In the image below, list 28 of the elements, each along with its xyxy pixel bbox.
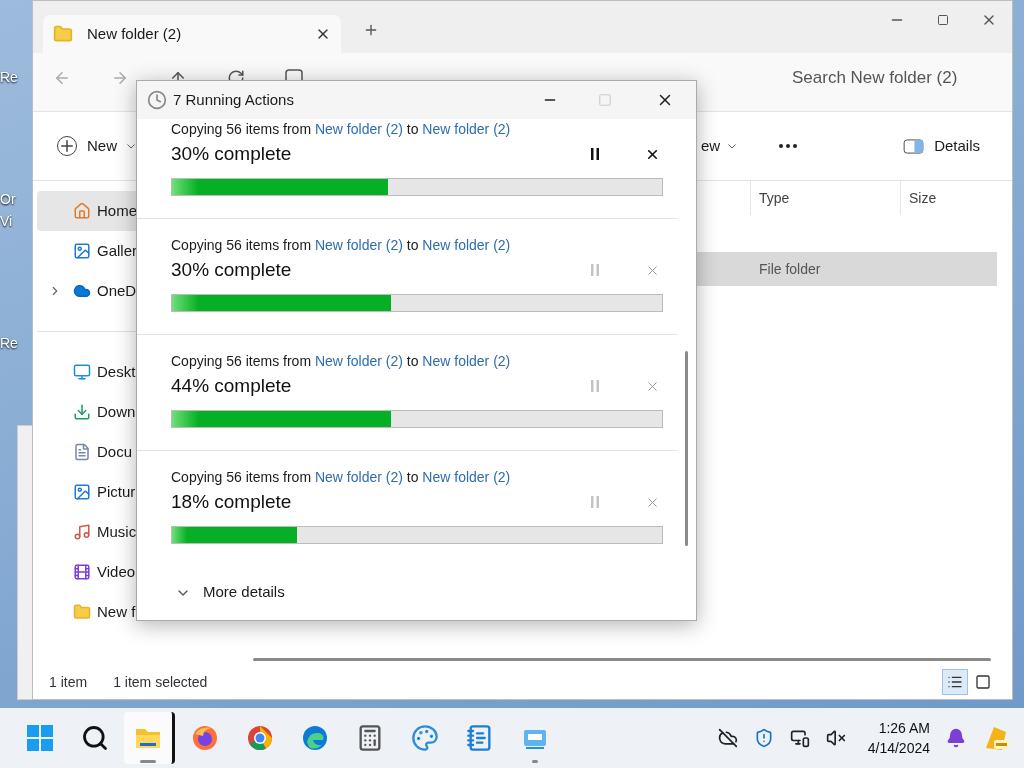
progress-percent: 18% complete: [171, 489, 293, 514]
copy-description: Copying 56 items from New folder (2) to New folder (2): [171, 236, 512, 255]
target-link[interactable]: New folder (2): [422, 469, 511, 485]
dialog-title: 7 Running Actions: [173, 89, 294, 110]
target-link[interactable]: New folder (2): [422, 121, 511, 137]
clock-time[interactable]: 1:26 AM: [878, 718, 930, 738]
copy-description: Copying 56 items from New folder (2) to New folder (2): [171, 120, 512, 139]
progress-percent: 30% complete: [171, 257, 293, 282]
new-button[interactable]: New: [57, 134, 135, 158]
sidebar-item[interactable]: Music: [37, 512, 204, 552]
table-cell-text: File folder: [759, 259, 821, 279]
selection-count: 1 item selected: [113, 672, 208, 692]
item-count: 1 item: [49, 672, 88, 692]
target-link[interactable]: New folder (2): [422, 237, 511, 253]
details-button[interactable]: Details: [903, 134, 980, 158]
column-header[interactable]: Size: [901, 181, 1024, 215]
progress-percent: 30% complete: [171, 141, 293, 166]
source-link[interactable]: New folder (2): [314, 469, 403, 485]
tab[interactable]: New folder (2): [43, 15, 341, 53]
clock-date[interactable]: 4/14/2024: [867, 738, 930, 758]
search-field[interactable]: Search New folder (2): [792, 59, 992, 97]
view-button[interactable]: ew: [701, 134, 737, 158]
copy-description: Copying 56 items from New folder (2) to New folder (2): [171, 352, 512, 371]
target-link[interactable]: New folder (2): [422, 353, 511, 369]
source-link[interactable]: New folder (2): [314, 353, 403, 369]
source-link[interactable]: New folder (2): [314, 121, 403, 137]
source-link[interactable]: New folder (2): [314, 237, 403, 253]
column-header[interactable]: Type: [751, 181, 901, 215]
